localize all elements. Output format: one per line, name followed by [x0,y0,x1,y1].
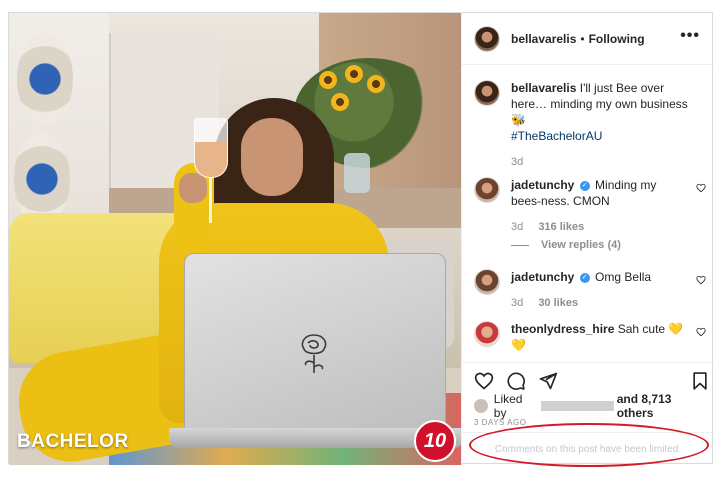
action-bar [462,362,714,396]
likes-summary[interactable]: Liked by and 8,713 others [474,392,710,420]
highlight-annotation [469,423,709,467]
sunflower [345,65,363,83]
heart-icon[interactable] [474,371,494,391]
comment-heart-icon[interactable] [696,275,706,285]
wine-glass-stem [209,178,212,223]
comment-heart-icon[interactable] [696,327,706,337]
comment-avatar[interactable] [474,269,500,295]
instagram-post: BACHELOR 10 bellavarelis • Following •••… [8,12,714,465]
header-separator: • [580,31,585,46]
comment-item: jadetunchy ✓ Minding my bees-ness. CMON … [474,177,710,235]
likes-count[interactable]: and 8,713 others [617,392,710,420]
sunflower [319,71,337,89]
liker-avatar [474,399,488,413]
share-icon[interactable] [538,371,558,391]
comment-avatar[interactable] [474,177,500,203]
caption-avatar[interactable] [474,80,500,106]
following-button[interactable]: Following [589,32,645,46]
sunflower [367,75,385,93]
caption-hashtag[interactable]: #TheBachelorAU [511,128,701,144]
comment-likes[interactable]: 316 likes [538,221,584,233]
person-hand [179,173,207,203]
view-replies-link[interactable]: View replies (4) [511,239,621,251]
person-face [241,118,303,196]
caption: bellavarelis I'll just Bee over here… mi… [474,80,710,170]
wine-glass [194,118,228,178]
comment-likes[interactable]: 30 likes [538,297,578,309]
show-logo: BACHELOR [17,431,129,452]
post-side-panel: bellavarelis • Following ••• bellavareli… [461,13,714,465]
wall-decoration [14,133,70,225]
comment-username[interactable]: jadetunchy [511,270,574,284]
comment-username[interactable]: theonlydress_hire [511,322,614,336]
view-replies-label: View replies (4) [541,239,621,251]
replies-divider [511,244,529,246]
network-logo: 10 [414,420,456,462]
comments-list[interactable]: bellavarelis I'll just Bee over here… mi… [462,66,714,362]
more-options-icon[interactable]: ••• [680,27,700,45]
verified-badge-icon: ✓ [579,272,590,283]
post-photo[interactable]: BACHELOR 10 [9,13,461,465]
author-username[interactable]: bellavarelis [511,32,576,46]
author-avatar[interactable] [474,25,500,52]
caption-username[interactable]: bellavarelis [511,81,576,95]
comment-time[interactable]: 3d [511,221,523,233]
comment-text: Omg Bella [595,270,652,284]
comment-avatar[interactable] [474,321,500,347]
wall-decoration [17,33,73,125]
caption-time[interactable]: 3d [511,156,523,168]
comment-item: jadetunchy ✓ Omg Bella 3d 30 likes [474,269,710,311]
sunflower [331,93,349,111]
comment-item: theonlydress_hire Sah cute 💛💛 [474,321,710,353]
rose-sticker-icon [301,334,327,373]
bookmark-icon[interactable] [690,371,710,391]
comment-heart-icon[interactable] [696,183,706,193]
post-header: bellavarelis • Following ••• [462,13,714,65]
comment-time[interactable]: 3d [511,297,523,309]
comment-username[interactable]: jadetunchy [511,178,574,192]
liked-by-label: Liked by [493,392,523,420]
verified-badge-icon: ✓ [579,180,590,191]
liker-username-redacted [540,401,614,411]
comment-icon[interactable] [506,371,526,391]
vase [344,153,370,193]
post-timestamp[interactable]: 3 DAYS AGO [474,418,526,427]
